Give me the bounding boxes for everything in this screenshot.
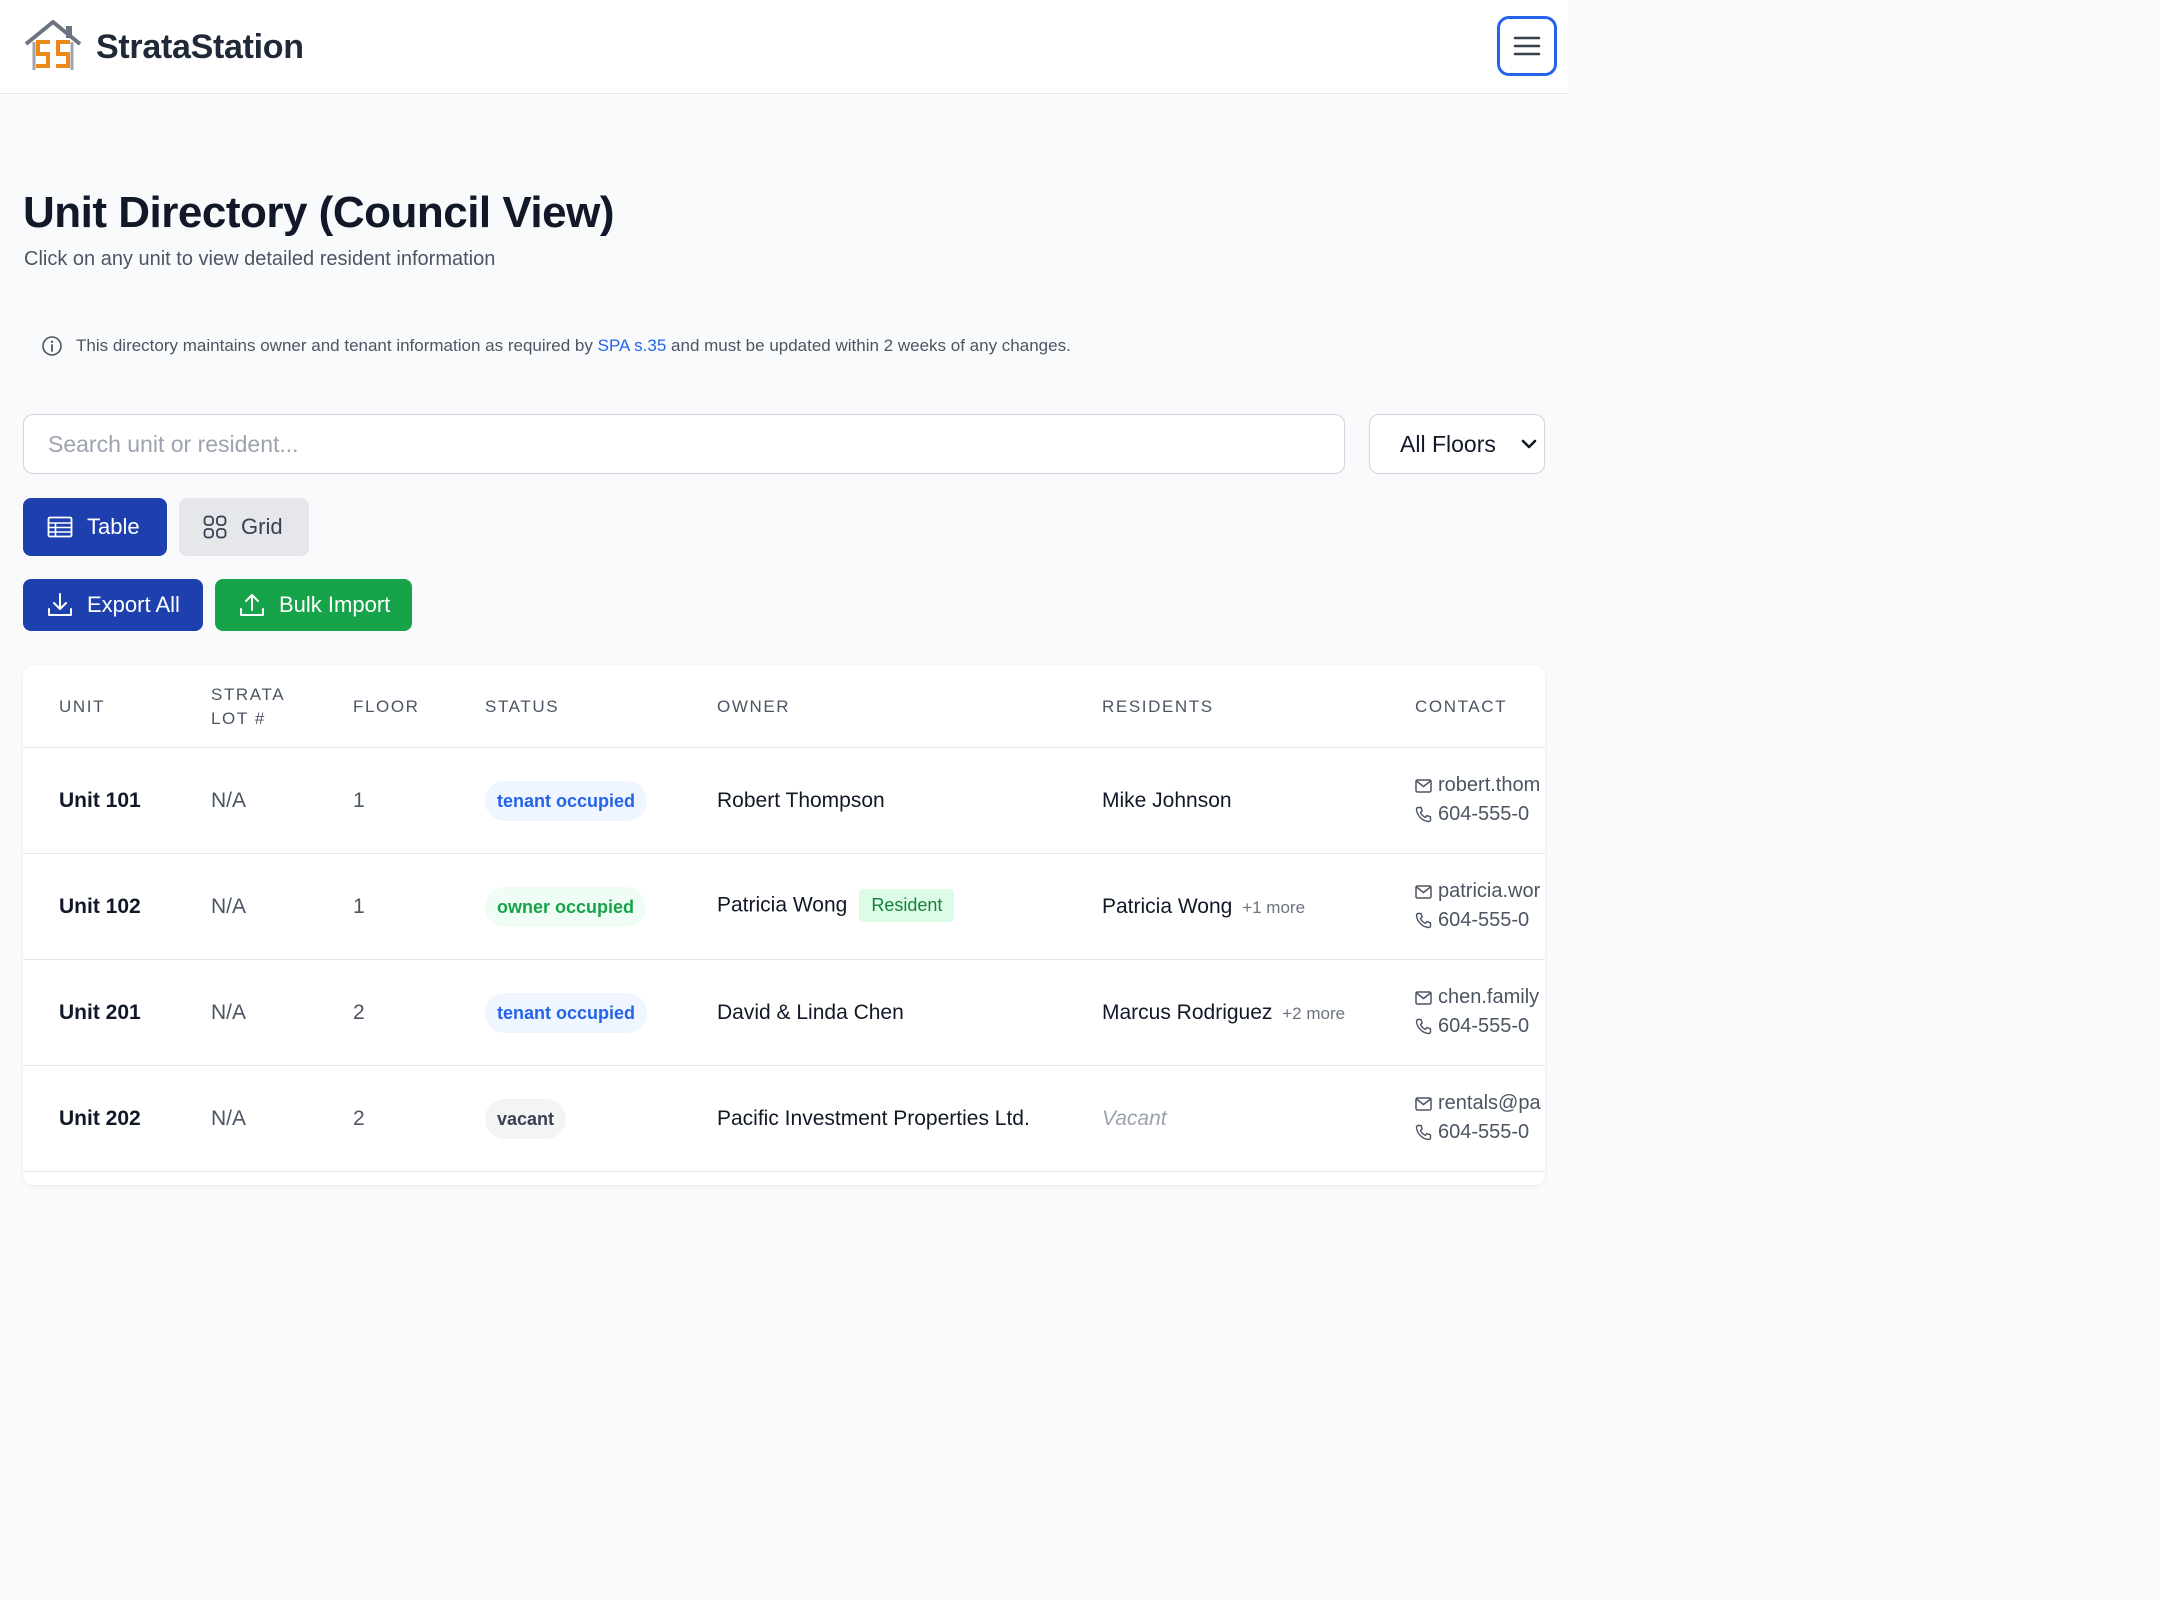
bulk-import-button[interactable]: Bulk Import (215, 579, 412, 631)
header-strata-lot-line1: STRATA (211, 685, 286, 704)
unit-number: Unit 201 (59, 1001, 141, 1024)
compliance-notice: This directory maintains owner and tenan… (41, 335, 1071, 357)
strata-lot: N/A (211, 1001, 247, 1024)
contact-email[interactable]: rentals@pa (1415, 1092, 1541, 1115)
residents-more: +2 more (1282, 1004, 1346, 1023)
status-badge: vacant (485, 1099, 567, 1139)
status-badge: tenant occupied (485, 781, 648, 821)
owner-name: Patricia Wong (717, 893, 848, 917)
header-unit[interactable]: UNIT (59, 695, 105, 719)
owner-cell: Patricia Wong Resident (717, 889, 955, 922)
search-input[interactable] (23, 414, 1345, 474)
page-subtitle: Click on any unit to view detailed resid… (24, 248, 496, 270)
bulk-import-label: Bulk Import (279, 592, 391, 617)
chevron-down-icon (1521, 439, 1537, 449)
strata-lot: N/A (211, 789, 247, 812)
grid-icon (203, 515, 227, 539)
contact-email-text: chen.family (1438, 986, 1540, 1008)
contact-phone-text: 604-555-0 (1438, 803, 1530, 825)
strata-lot: N/A (211, 1107, 247, 1130)
contact-phone-text: 604-555-0 (1438, 1015, 1530, 1037)
table-icon (47, 516, 73, 538)
top-bar: StrataStation (0, 0, 1568, 94)
table-row[interactable]: Unit 101 N/A 1 tenant occupied Robert Th… (23, 748, 1545, 854)
phone-icon (1415, 1124, 1432, 1141)
strata-lot: N/A (211, 895, 247, 918)
resident-name: Vacant (1102, 1107, 1167, 1130)
resident-name: Patricia Wong (1102, 895, 1233, 918)
spa-link[interactable]: SPA s.35 (598, 336, 667, 356)
table-view-label: Table (87, 514, 140, 539)
header-contact[interactable]: CONTACT (1415, 695, 1507, 719)
header-status[interactable]: STATUS (485, 695, 559, 719)
header-strata-lot-line2: LOT # (211, 709, 266, 728)
contact-email-text: robert.thom (1438, 774, 1541, 796)
unit-number: Unit 101 (59, 789, 141, 812)
house-logo-icon[interactable] (22, 18, 84, 74)
grid-view-button[interactable]: Grid (179, 498, 309, 556)
info-icon (42, 336, 62, 356)
floor-number: 1 (353, 789, 365, 812)
floor-number: 1 (353, 895, 365, 918)
contact-email[interactable]: patricia.wor (1415, 880, 1540, 903)
phone-icon (1415, 912, 1432, 929)
status-badge: tenant occupied (485, 993, 648, 1033)
hamburger-icon (1513, 36, 1541, 56)
mail-icon (1415, 778, 1432, 793)
status-badge: owner occupied (485, 887, 647, 927)
owner-name: Robert Thompson (717, 789, 885, 812)
table-header: UNIT STRATA LOT # FLOOR STATUS OWNER RES… (23, 665, 1545, 748)
resident-tag: Resident (859, 889, 955, 922)
phone-icon (1415, 1018, 1432, 1035)
page-title: Unit Directory (Council View) (23, 188, 615, 237)
mail-icon (1415, 884, 1432, 899)
owner-name: David & Linda Chen (717, 1001, 904, 1024)
mail-icon (1415, 1096, 1432, 1111)
export-all-label: Export All (87, 592, 180, 617)
contact-phone[interactable]: 604-555-0 (1415, 1121, 1529, 1144)
floor-number: 2 (353, 1107, 365, 1130)
upload-icon (240, 594, 264, 616)
unit-table: UNIT STRATA LOT # FLOOR STATUS OWNER RES… (23, 665, 1545, 1185)
table-row[interactable]: Unit 201 N/A 2 tenant occupied David & L… (23, 960, 1545, 1066)
notice-text-after: and must be updated within 2 weeks of an… (671, 336, 1071, 355)
contact-phone[interactable]: 604-555-0 (1415, 1015, 1529, 1038)
header-floor[interactable]: FLOOR (353, 695, 420, 719)
contact-phone[interactable]: 604-555-0 (1415, 909, 1529, 932)
download-icon (48, 593, 72, 616)
table-row[interactable]: Unit 202 N/A 2 vacant Pacific Investment… (23, 1066, 1545, 1172)
floor-filter-value: All Floors (1400, 430, 1496, 457)
contact-phone[interactable]: 604-555-0 (1415, 803, 1529, 826)
contact-phone-text: 604-555-0 (1438, 1121, 1530, 1143)
brand-name[interactable]: StrataStation (96, 28, 304, 67)
unit-number: Unit 102 (59, 895, 141, 918)
contact-email-text: rentals@pa (1438, 1092, 1541, 1114)
header-owner[interactable]: OWNER (717, 695, 790, 719)
notice-text-before: This directory maintains owner and tenan… (76, 336, 593, 355)
resident-name: Mike Johnson (1102, 789, 1232, 812)
residents-more: +1 more (1242, 898, 1306, 917)
table-view-button[interactable]: Table (23, 498, 167, 556)
mail-icon (1415, 990, 1432, 1005)
phone-icon (1415, 806, 1432, 823)
floor-number: 2 (353, 1001, 365, 1024)
owner-name: Pacific Investment Properties Ltd. (717, 1107, 1030, 1130)
contact-email[interactable]: chen.family (1415, 986, 1539, 1009)
residents-cell: Patricia Wong +1 more (1102, 895, 1305, 919)
contact-email-text: patricia.wor (1438, 880, 1541, 902)
contact-email[interactable]: robert.thom (1415, 774, 1540, 797)
resident-name: Marcus Rodriguez (1102, 1001, 1273, 1024)
table-row[interactable]: Unit 102 N/A 1 owner occupied Patricia W… (23, 854, 1545, 960)
unit-number: Unit 202 (59, 1107, 141, 1130)
header-strata-lot[interactable]: STRATA LOT # (211, 683, 285, 731)
residents-cell: Marcus Rodriguez +2 more (1102, 1001, 1345, 1025)
header-residents[interactable]: RESIDENTS (1102, 695, 1214, 719)
contact-phone-text: 604-555-0 (1438, 909, 1530, 931)
grid-view-label: Grid (241, 514, 283, 539)
floor-filter-select[interactable]: All Floors (1369, 414, 1545, 474)
export-all-button[interactable]: Export All (23, 579, 203, 631)
menu-button[interactable] (1497, 16, 1557, 76)
